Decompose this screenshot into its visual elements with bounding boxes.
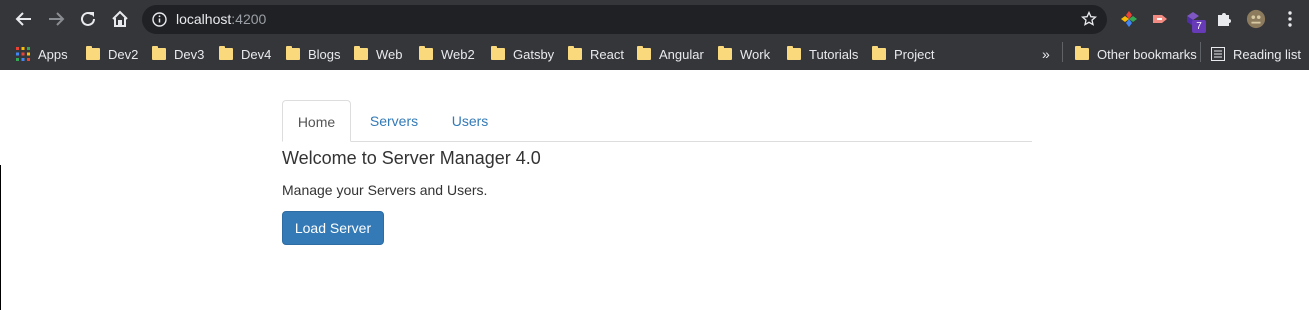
arrow-right-icon: [49, 12, 65, 26]
bookmarks-divider: [1200, 42, 1201, 62]
arrow-left-icon: [15, 12, 31, 26]
bookmarks-bar-right: Other bookmarks Reading list: [0, 38, 1309, 70]
address-bar[interactable]: localhost:4200: [142, 5, 1107, 34]
tab-servers[interactable]: Servers: [351, 100, 437, 142]
page-subtitle: Manage your Servers and Users.: [282, 182, 488, 198]
info-icon[interactable]: [152, 12, 167, 27]
vertical-dots-icon: [1288, 11, 1292, 27]
bookmark-other[interactable]: Other bookmarks: [1075, 38, 1197, 70]
extension-color-picker[interactable]: [1119, 9, 1139, 29]
forward-button[interactable]: [44, 7, 68, 31]
url-host: localhost: [176, 11, 232, 27]
load-server-button[interactable]: Load Server: [282, 211, 384, 245]
color-wheel-icon: [1121, 11, 1137, 27]
puzzle-icon: [1218, 13, 1231, 26]
window-edge: [0, 165, 1, 310]
browser-toolbar: localhost:4200 7: [0, 0, 1309, 38]
arrow-tag-icon: [1153, 15, 1167, 23]
reload-button[interactable]: [76, 7, 100, 31]
back-button[interactable]: [12, 7, 36, 31]
extension-arrow[interactable]: [1150, 9, 1170, 29]
reading-list-button[interactable]: Reading list: [1211, 38, 1301, 70]
tab-home[interactable]: Home: [282, 100, 351, 142]
tab-users[interactable]: Users: [437, 100, 503, 142]
reading-list-icon: [1211, 47, 1225, 61]
folder-icon: [1075, 46, 1089, 60]
avatar: [1246, 9, 1266, 29]
home-icon: [112, 10, 128, 27]
bookmark-label: Reading list: [1233, 46, 1301, 62]
url-text: localhost:4200: [176, 11, 266, 27]
nav-tabs: Home Servers Users: [282, 100, 1032, 142]
url-port: :4200: [231, 11, 267, 27]
chrome-menu-button[interactable]: [1280, 9, 1300, 29]
extensions-button[interactable]: [1214, 9, 1234, 29]
home-button[interactable]: [108, 7, 132, 31]
page-title: Welcome to Server Manager 4.0: [282, 148, 541, 168]
extension-count-badge: 7: [1192, 20, 1206, 33]
bookmark-label: Other bookmarks: [1097, 46, 1197, 62]
profile-button[interactable]: [1246, 9, 1266, 29]
star-icon[interactable]: [1081, 11, 1097, 27]
reload-icon: [81, 11, 95, 26]
